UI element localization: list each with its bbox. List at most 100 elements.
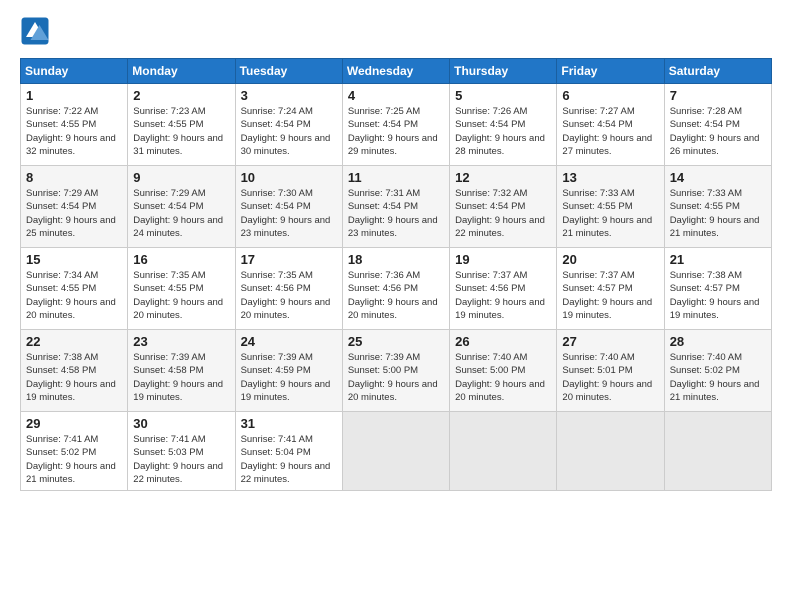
calendar-cell: 28 Sunrise: 7:40 AMSunset: 5:02 PMDaylig… xyxy=(664,330,771,412)
day-number: 27 xyxy=(562,334,658,349)
day-info: Sunrise: 7:41 AMSunset: 5:04 PMDaylight:… xyxy=(241,434,331,485)
day-info: Sunrise: 7:27 AMSunset: 4:54 PMDaylight:… xyxy=(562,106,652,157)
calendar-row: 15 Sunrise: 7:34 AMSunset: 4:55 PMDaylig… xyxy=(21,248,772,330)
day-number: 16 xyxy=(133,252,229,267)
weekday-header: Saturday xyxy=(664,59,771,84)
calendar-table: SundayMondayTuesdayWednesdayThursdayFrid… xyxy=(20,58,772,491)
day-info: Sunrise: 7:40 AMSunset: 5:02 PMDaylight:… xyxy=(670,352,760,403)
day-info: Sunrise: 7:23 AMSunset: 4:55 PMDaylight:… xyxy=(133,106,223,157)
day-info: Sunrise: 7:40 AMSunset: 5:00 PMDaylight:… xyxy=(455,352,545,403)
calendar-cell: 7 Sunrise: 7:28 AMSunset: 4:54 PMDayligh… xyxy=(664,84,771,166)
day-info: Sunrise: 7:29 AMSunset: 4:54 PMDaylight:… xyxy=(26,188,116,239)
day-number: 29 xyxy=(26,416,122,431)
calendar-cell: 8 Sunrise: 7:29 AMSunset: 4:54 PMDayligh… xyxy=(21,166,128,248)
day-number: 10 xyxy=(241,170,337,185)
calendar-cell: 21 Sunrise: 7:38 AMSunset: 4:57 PMDaylig… xyxy=(664,248,771,330)
day-number: 7 xyxy=(670,88,766,103)
day-info: Sunrise: 7:25 AMSunset: 4:54 PMDaylight:… xyxy=(348,106,438,157)
day-number: 19 xyxy=(455,252,551,267)
logo xyxy=(20,16,52,46)
day-number: 3 xyxy=(241,88,337,103)
day-number: 31 xyxy=(241,416,337,431)
calendar-cell: 18 Sunrise: 7:36 AMSunset: 4:56 PMDaylig… xyxy=(342,248,449,330)
day-info: Sunrise: 7:35 AMSunset: 4:56 PMDaylight:… xyxy=(241,270,331,321)
day-number: 4 xyxy=(348,88,444,103)
calendar-cell: 3 Sunrise: 7:24 AMSunset: 4:54 PMDayligh… xyxy=(235,84,342,166)
day-number: 17 xyxy=(241,252,337,267)
day-number: 11 xyxy=(348,170,444,185)
day-info: Sunrise: 7:34 AMSunset: 4:55 PMDaylight:… xyxy=(26,270,116,321)
calendar-cell: 12 Sunrise: 7:32 AMSunset: 4:54 PMDaylig… xyxy=(450,166,557,248)
header xyxy=(20,16,772,46)
day-number: 6 xyxy=(562,88,658,103)
calendar-cell: 30 Sunrise: 7:41 AMSunset: 5:03 PMDaylig… xyxy=(128,412,235,491)
day-number: 2 xyxy=(133,88,229,103)
day-number: 9 xyxy=(133,170,229,185)
calendar-cell: 17 Sunrise: 7:35 AMSunset: 4:56 PMDaylig… xyxy=(235,248,342,330)
calendar-cell: 20 Sunrise: 7:37 AMSunset: 4:57 PMDaylig… xyxy=(557,248,664,330)
calendar-cell: 2 Sunrise: 7:23 AMSunset: 4:55 PMDayligh… xyxy=(128,84,235,166)
calendar-cell: 13 Sunrise: 7:33 AMSunset: 4:55 PMDaylig… xyxy=(557,166,664,248)
weekday-header: Sunday xyxy=(21,59,128,84)
calendar-cell: 10 Sunrise: 7:30 AMSunset: 4:54 PMDaylig… xyxy=(235,166,342,248)
day-number: 26 xyxy=(455,334,551,349)
day-number: 5 xyxy=(455,88,551,103)
day-info: Sunrise: 7:39 AMSunset: 4:58 PMDaylight:… xyxy=(133,352,223,403)
calendar-cell xyxy=(664,412,771,491)
day-info: Sunrise: 7:26 AMSunset: 4:54 PMDaylight:… xyxy=(455,106,545,157)
day-number: 25 xyxy=(348,334,444,349)
day-info: Sunrise: 7:31 AMSunset: 4:54 PMDaylight:… xyxy=(348,188,438,239)
weekday-header: Tuesday xyxy=(235,59,342,84)
day-number: 24 xyxy=(241,334,337,349)
day-number: 12 xyxy=(455,170,551,185)
day-number: 15 xyxy=(26,252,122,267)
calendar-cell: 26 Sunrise: 7:40 AMSunset: 5:00 PMDaylig… xyxy=(450,330,557,412)
day-info: Sunrise: 7:22 AMSunset: 4:55 PMDaylight:… xyxy=(26,106,116,157)
calendar-cell: 19 Sunrise: 7:37 AMSunset: 4:56 PMDaylig… xyxy=(450,248,557,330)
weekday-header: Friday xyxy=(557,59,664,84)
day-info: Sunrise: 7:28 AMSunset: 4:54 PMDaylight:… xyxy=(670,106,760,157)
day-info: Sunrise: 7:32 AMSunset: 4:54 PMDaylight:… xyxy=(455,188,545,239)
day-number: 22 xyxy=(26,334,122,349)
day-info: Sunrise: 7:38 AMSunset: 4:58 PMDaylight:… xyxy=(26,352,116,403)
day-info: Sunrise: 7:39 AMSunset: 4:59 PMDaylight:… xyxy=(241,352,331,403)
calendar-cell xyxy=(450,412,557,491)
calendar-cell: 9 Sunrise: 7:29 AMSunset: 4:54 PMDayligh… xyxy=(128,166,235,248)
day-number: 28 xyxy=(670,334,766,349)
calendar-row: 1 Sunrise: 7:22 AMSunset: 4:55 PMDayligh… xyxy=(21,84,772,166)
day-info: Sunrise: 7:38 AMSunset: 4:57 PMDaylight:… xyxy=(670,270,760,321)
main-container: SundayMondayTuesdayWednesdayThursdayFrid… xyxy=(0,0,792,501)
calendar-cell: 6 Sunrise: 7:27 AMSunset: 4:54 PMDayligh… xyxy=(557,84,664,166)
calendar-cell: 14 Sunrise: 7:33 AMSunset: 4:55 PMDaylig… xyxy=(664,166,771,248)
day-info: Sunrise: 7:41 AMSunset: 5:03 PMDaylight:… xyxy=(133,434,223,485)
calendar-body: 1 Sunrise: 7:22 AMSunset: 4:55 PMDayligh… xyxy=(21,84,772,491)
calendar-cell: 1 Sunrise: 7:22 AMSunset: 4:55 PMDayligh… xyxy=(21,84,128,166)
day-info: Sunrise: 7:24 AMSunset: 4:54 PMDaylight:… xyxy=(241,106,331,157)
calendar-cell: 23 Sunrise: 7:39 AMSunset: 4:58 PMDaylig… xyxy=(128,330,235,412)
day-number: 21 xyxy=(670,252,766,267)
weekday-header: Wednesday xyxy=(342,59,449,84)
calendar-cell: 24 Sunrise: 7:39 AMSunset: 4:59 PMDaylig… xyxy=(235,330,342,412)
day-info: Sunrise: 7:30 AMSunset: 4:54 PMDaylight:… xyxy=(241,188,331,239)
day-info: Sunrise: 7:37 AMSunset: 4:56 PMDaylight:… xyxy=(455,270,545,321)
day-number: 20 xyxy=(562,252,658,267)
weekday-header: Thursday xyxy=(450,59,557,84)
calendar-cell xyxy=(557,412,664,491)
day-number: 14 xyxy=(670,170,766,185)
day-info: Sunrise: 7:35 AMSunset: 4:55 PMDaylight:… xyxy=(133,270,223,321)
calendar-cell: 16 Sunrise: 7:35 AMSunset: 4:55 PMDaylig… xyxy=(128,248,235,330)
calendar-cell: 29 Sunrise: 7:41 AMSunset: 5:02 PMDaylig… xyxy=(21,412,128,491)
calendar-cell: 15 Sunrise: 7:34 AMSunset: 4:55 PMDaylig… xyxy=(21,248,128,330)
day-info: Sunrise: 7:36 AMSunset: 4:56 PMDaylight:… xyxy=(348,270,438,321)
calendar-header: SundayMondayTuesdayWednesdayThursdayFrid… xyxy=(21,59,772,84)
day-number: 8 xyxy=(26,170,122,185)
calendar-cell: 5 Sunrise: 7:26 AMSunset: 4:54 PMDayligh… xyxy=(450,84,557,166)
calendar-cell xyxy=(342,412,449,491)
calendar-cell: 31 Sunrise: 7:41 AMSunset: 5:04 PMDaylig… xyxy=(235,412,342,491)
day-info: Sunrise: 7:39 AMSunset: 5:00 PMDaylight:… xyxy=(348,352,438,403)
day-number: 18 xyxy=(348,252,444,267)
calendar-cell: 27 Sunrise: 7:40 AMSunset: 5:01 PMDaylig… xyxy=(557,330,664,412)
day-info: Sunrise: 7:33 AMSunset: 4:55 PMDaylight:… xyxy=(562,188,652,239)
day-info: Sunrise: 7:29 AMSunset: 4:54 PMDaylight:… xyxy=(133,188,223,239)
calendar-row: 29 Sunrise: 7:41 AMSunset: 5:02 PMDaylig… xyxy=(21,412,772,491)
